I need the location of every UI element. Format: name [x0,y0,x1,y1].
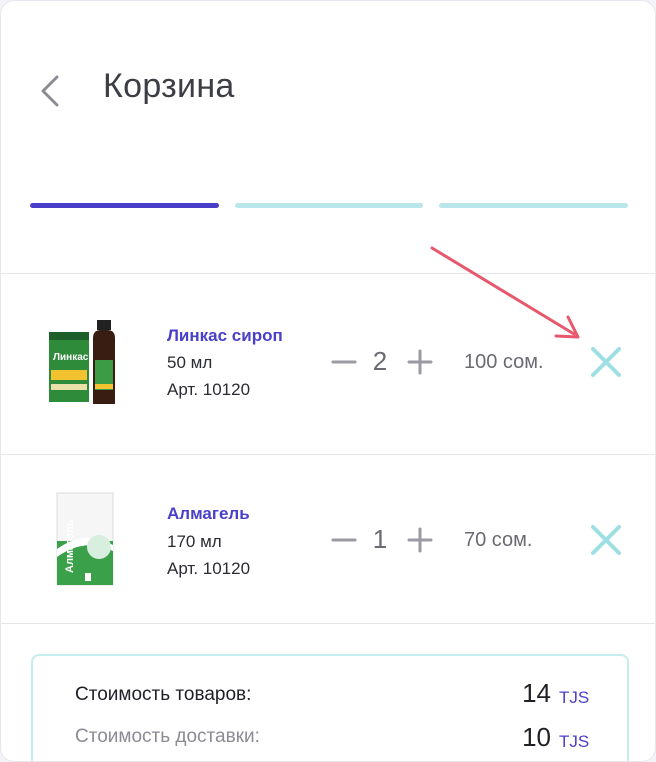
item-price: 70 сом. [464,529,533,551]
progress-step-3 [439,203,628,208]
progress-step-2 [235,203,423,208]
item-name[interactable]: Линкас сироп [167,326,283,346]
plus-icon [407,349,433,375]
item-article: Арт. 10120 [167,380,251,399]
cart-item: Линкас Линкас сироп 50 мл Арт. 10120 2 1… [1,274,655,452]
decrease-quantity-button[interactable] [331,349,357,375]
minus-icon [331,360,357,364]
item-name[interactable]: Алмагель [167,504,250,524]
page-title: Корзина [103,67,235,105]
remove-item-button[interactable] [589,523,623,557]
item-volume: 170 мл [167,532,222,551]
remove-item-button[interactable] [589,345,623,379]
order-summary: Стоимость товаров: 14 TJS Стоимость дост… [31,654,629,761]
close-icon [591,525,621,555]
cart-card: Корзина Линкас Линкас сироп 50 мл Арт. 1… [0,0,656,762]
minus-icon [331,538,357,542]
delivery-cost-label: Стоимость доставки: [75,726,260,747]
linkas-syrup-product-image: Линкас [45,318,127,408]
checkout-progress [30,203,628,209]
chevron-left-icon [41,75,59,107]
quantity-value: 2 [372,346,388,376]
progress-step-1 [30,203,219,208]
goods-cost-label: Стоимость товаров: [75,684,252,705]
goods-cost-currency: TJS [559,688,590,707]
divider [1,623,655,624]
increase-quantity-button[interactable] [407,349,433,375]
cart-item: Алмагель Алмагель 170 мл Арт. 10120 1 70… [1,455,655,633]
close-icon [591,347,621,377]
back-button[interactable] [35,71,71,111]
increase-quantity-button[interactable] [407,527,433,553]
item-price: 100 сом. [464,351,544,373]
delivery-cost-value: 10 [522,722,551,752]
quantity-value: 1 [372,524,388,554]
almagel-product-image: Алмагель [49,489,131,586]
goods-cost-value: 14 [522,678,551,708]
almagel-box-label: Алмагель [64,519,76,573]
item-article: Арт. 10120 [167,559,251,578]
linkas-box-label: Линкас [53,352,89,363]
decrease-quantity-button[interactable] [331,527,357,553]
delivery-cost-currency: TJS [559,732,590,751]
plus-icon [407,527,433,553]
item-volume: 50 мл [167,353,213,372]
